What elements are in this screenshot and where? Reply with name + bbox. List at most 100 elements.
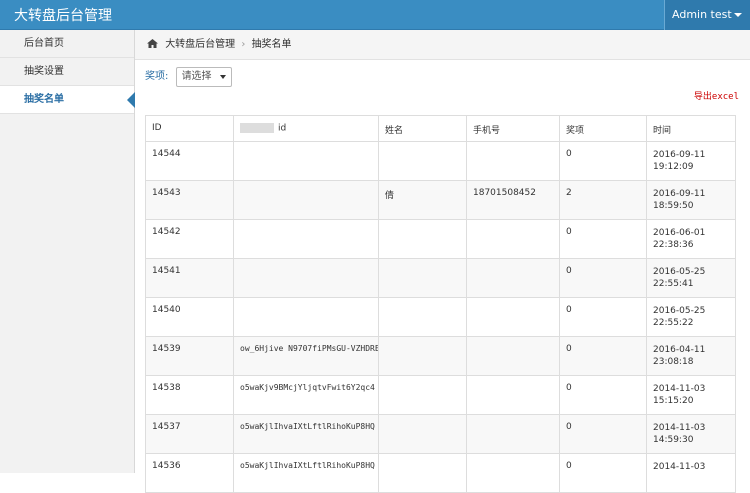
- cell-date: 2016-05-25: [653, 306, 706, 316]
- cell-phone: [466, 258, 560, 298]
- col-header-phone: 手机号: [466, 115, 560, 142]
- user-name: Admin test: [672, 8, 732, 21]
- redacted-block: [240, 123, 274, 133]
- cell-phone: [466, 141, 560, 181]
- cell-phone: [466, 297, 560, 337]
- cell-name: [378, 141, 467, 181]
- cell-prize: 0: [559, 336, 647, 376]
- export-excel-link[interactable]: 导出excel: [694, 89, 739, 102]
- cell-clock: 19:12:09: [653, 162, 694, 172]
- cell-date: 2016-09-11: [653, 189, 706, 199]
- cell-clock: 22:38:36: [653, 240, 694, 250]
- cell-openid: [233, 219, 379, 259]
- top-bar: 大转盘后台管理 Admin test: [0, 0, 750, 30]
- sidebar-item-label: 抽奖设置: [24, 66, 64, 77]
- breadcrumb-root[interactable]: 大转盘后台管理: [165, 39, 235, 50]
- breadcrumb-separator: ›: [241, 39, 246, 50]
- col-header-openid: id: [233, 115, 379, 142]
- cell-name: 倩: [378, 180, 467, 220]
- active-pointer-icon: [127, 92, 135, 108]
- prize-filter: 奖项: 请选择: [145, 66, 232, 88]
- main-content: 大转盘后台管理 › 抽奖名单 奖项: 请选择 导出excel ID id 姓名 …: [135, 30, 750, 493]
- cell-name: [378, 375, 467, 415]
- cell-name: [378, 414, 467, 454]
- cell-id: 14542: [145, 219, 234, 259]
- cell-openid: [233, 258, 379, 298]
- col-header-id: ID: [145, 115, 234, 142]
- cell-phone: [466, 414, 560, 454]
- cell-prize: 0: [559, 258, 647, 298]
- winners-table: ID id 姓名 手机号 奖项 时间 14544 0 2016-09-11 19:12…: [145, 115, 736, 493]
- cell-clock: 23:08:18: [653, 357, 694, 367]
- cell-phone: [466, 453, 560, 493]
- cell-openid: ow_6Hjive N9707fiPMsGU-VZHDRE: [233, 336, 379, 376]
- cell-phone: [466, 219, 560, 259]
- cell-date: 2016-05-25: [653, 267, 706, 277]
- cell-time: 2016-05-25 22:55:41: [646, 258, 736, 298]
- cell-clock: 22:55:41: [653, 279, 694, 289]
- table-row: 14536 o5waKjlIhvaIXtLftlRihoKuP8HQ 0 2014-1…: [145, 453, 736, 493]
- table-row: 14539 ow_6Hjive N9707fiPMsGU-VZHDRE 0 2016-…: [145, 336, 736, 376]
- home-icon[interactable]: [147, 39, 158, 48]
- sidebar-item-settings[interactable]: 抽奖设置: [0, 58, 134, 86]
- breadcrumb-current: 抽奖名单: [251, 39, 292, 50]
- prize-select[interactable]: 请选择: [175, 67, 232, 87]
- table-row: 14537 o5waKjlIhvaIXtLftlRihoKuP8HQ 0 2014-1…: [145, 414, 736, 454]
- col-header-name: 姓名: [378, 115, 467, 142]
- cell-name: [378, 336, 467, 376]
- user-menu[interactable]: Admin test: [664, 0, 750, 30]
- cell-prize: 0: [559, 297, 647, 337]
- cell-id: 14543: [145, 180, 234, 220]
- cell-id: 14536: [145, 453, 234, 493]
- cell-id: 14538: [145, 375, 234, 415]
- cell-prize: 0: [559, 375, 647, 415]
- cell-clock: 18:59:50: [653, 201, 694, 211]
- cell-date: 2016-09-11: [653, 150, 706, 160]
- prize-select-value: 请选择: [181, 71, 212, 82]
- cell-name: [378, 258, 467, 298]
- cell-time: 2014-11-03: [646, 453, 736, 493]
- cell-openid: o5waKjlIhvaIXtLftlRihoKuP8HQ: [233, 414, 379, 454]
- chevron-down-icon: [734, 13, 742, 17]
- cell-time: 2016-06-01 22:38:36: [646, 219, 736, 259]
- cell-name: [378, 453, 467, 493]
- cell-prize: 0: [559, 219, 647, 259]
- cell-phone: 18701508452: [466, 180, 560, 220]
- table-row: 14542 0 2016-06-01 22:38:36: [145, 219, 736, 259]
- col-header-time: 时间: [646, 115, 736, 142]
- table-row: 14543 倩 18701508452 2 2016-09-11 18:59:50: [145, 180, 736, 220]
- breadcrumb: 大转盘后台管理 › 抽奖名单: [135, 30, 750, 60]
- cell-time: 2016-09-11 19:12:09: [646, 141, 736, 181]
- cell-clock: 22:55:22: [653, 318, 694, 328]
- cell-openid: o5waKjv9BMcjYljqtvFwit6Y2qc4: [233, 375, 379, 415]
- cell-time: 2014-11-03 14:59:30: [646, 414, 736, 454]
- sidebar: 后台首页 抽奖设置 抽奖名单: [0, 30, 135, 473]
- cell-time: 2016-09-11 18:59:50: [646, 180, 736, 220]
- cell-openid: [233, 297, 379, 337]
- sidebar-item-winners[interactable]: 抽奖名单: [0, 86, 135, 114]
- cell-prize: 0: [559, 414, 647, 454]
- table-row: 14544 0 2016-09-11 19:12:09: [145, 141, 736, 181]
- cell-time: 2016-05-25 22:55:22: [646, 297, 736, 337]
- table-header-row: ID id 姓名 手机号 奖项 时间: [145, 115, 736, 142]
- sidebar-item-home[interactable]: 后台首页: [0, 30, 134, 58]
- prize-filter-label: 奖项:: [145, 71, 169, 82]
- cell-time: 2014-11-03 15:15:20: [646, 375, 736, 415]
- cell-id: 14539: [145, 336, 234, 376]
- sidebar-item-label: 后台首页: [24, 38, 64, 49]
- cell-id: 14540: [145, 297, 234, 337]
- cell-date: 2014-11-03: [653, 384, 706, 394]
- sidebar-item-label: 抽奖名单: [24, 94, 64, 105]
- cell-id: 14537: [145, 414, 234, 454]
- cell-phone: [466, 375, 560, 415]
- cell-openid: [233, 180, 379, 220]
- cell-date: 2016-04-11: [653, 345, 706, 355]
- cell-time: 2016-04-11 23:08:18: [646, 336, 736, 376]
- cell-name: [378, 219, 467, 259]
- cell-openid: o5waKjlIhvaIXtLftlRihoKuP8HQ: [233, 453, 379, 493]
- cell-clock: 15:15:20: [653, 396, 694, 406]
- cell-prize: 0: [559, 141, 647, 181]
- cell-date: 2014-11-03: [653, 462, 706, 472]
- table-row: 14540 0 2016-05-25 22:55:22: [145, 297, 736, 337]
- cell-id: 14544: [145, 141, 234, 181]
